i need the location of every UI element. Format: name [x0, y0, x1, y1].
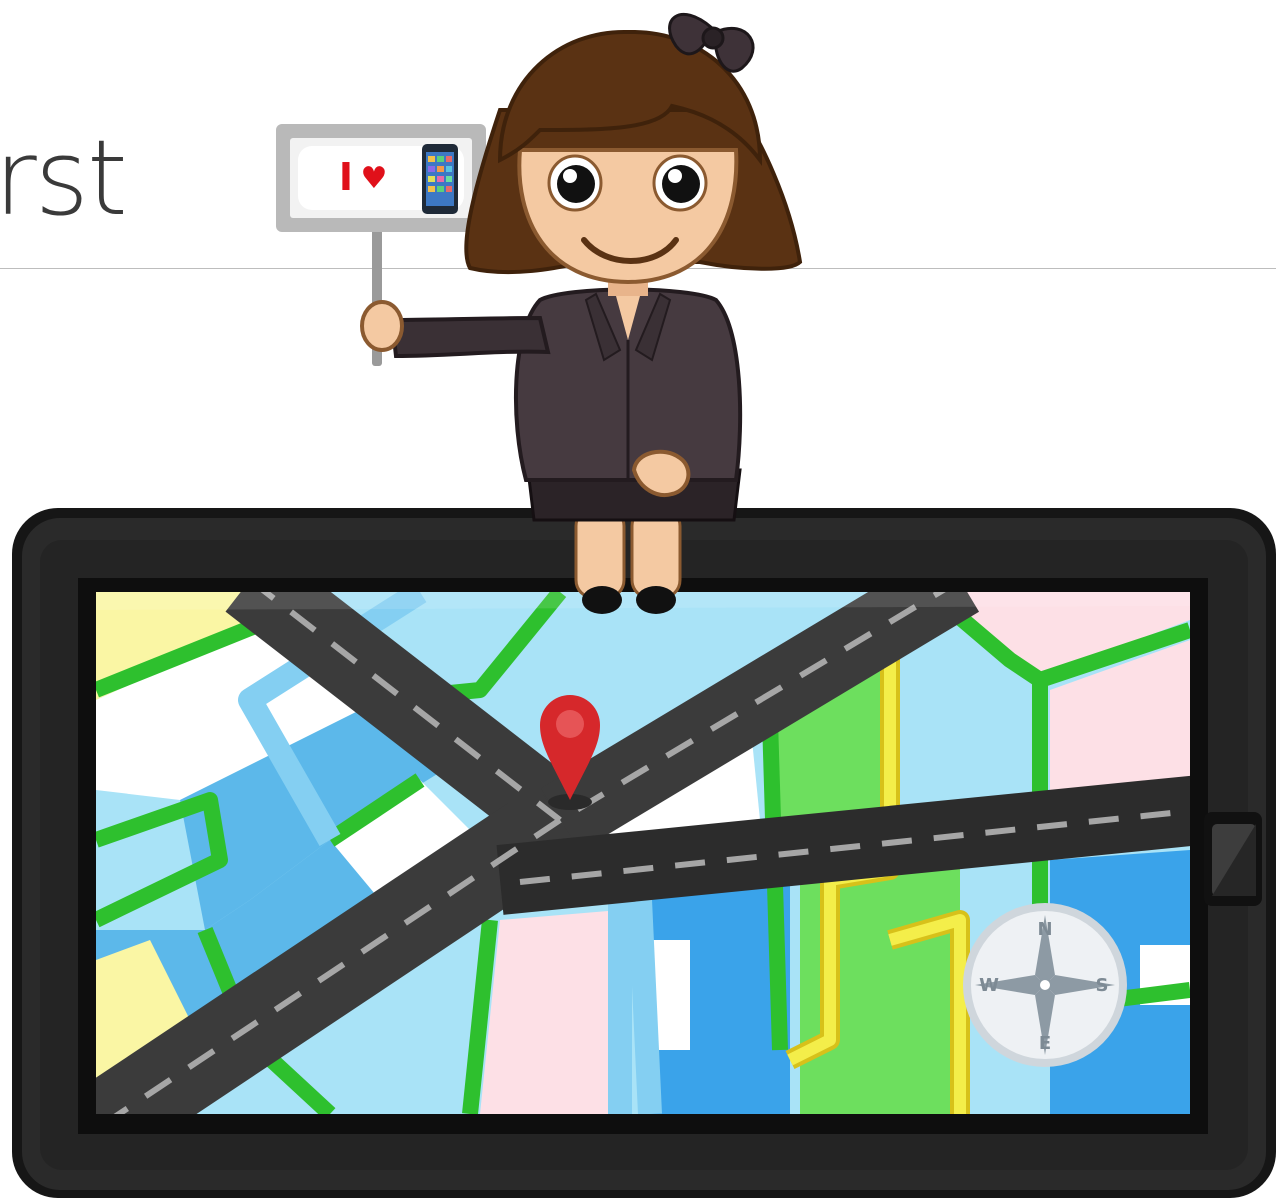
compass-west-label: W — [979, 975, 999, 996]
compass-north-label: N — [1037, 919, 1052, 940]
device-side-button — [1204, 812, 1262, 906]
compass-east-label: E — [1039, 1033, 1051, 1054]
compass-south-label: S — [1096, 975, 1109, 996]
map-screen: N E W S — [96, 592, 1190, 1114]
gps-cartoon-illustration: N E W S I ♥ — [12, 12, 1276, 1198]
sign-letter-i: I — [339, 155, 353, 199]
map-block — [480, 910, 620, 1114]
heart-icon: ♥ — [361, 161, 388, 196]
compass-icon: N E W S — [963, 903, 1127, 1067]
smartphone-icon — [422, 144, 458, 214]
